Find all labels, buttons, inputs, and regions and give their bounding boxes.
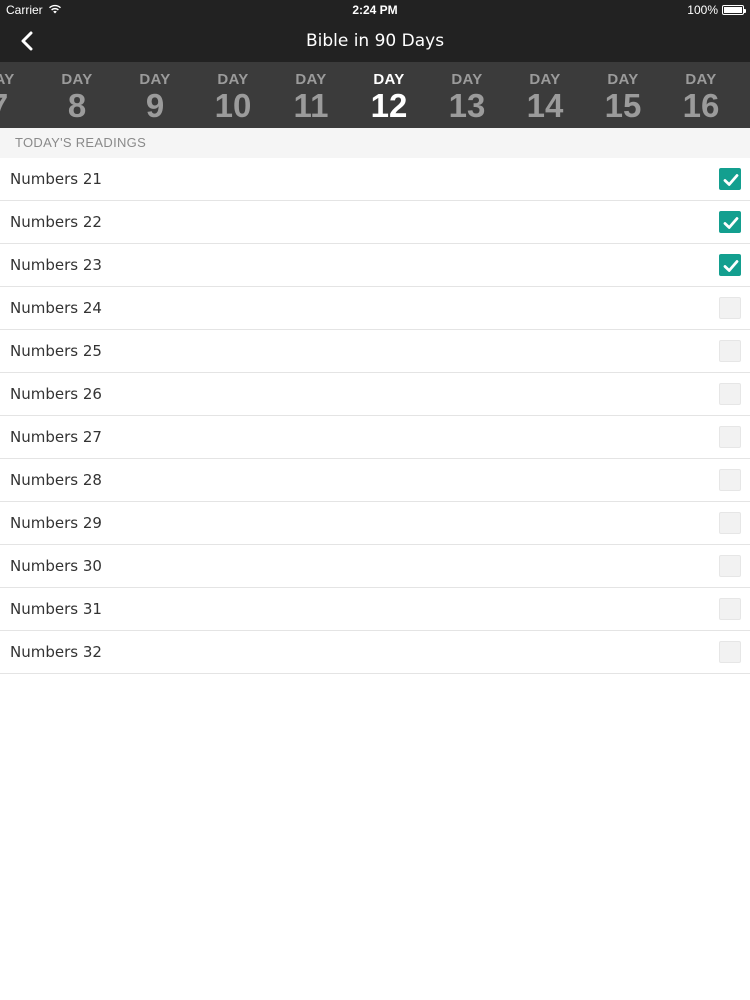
reading-row[interactable]: Numbers 32 bbox=[0, 631, 750, 674]
day-number: 16 bbox=[682, 87, 720, 124]
checkbox-checked[interactable] bbox=[719, 254, 741, 276]
checkmark-icon bbox=[723, 217, 739, 229]
reading-label: Numbers 24 bbox=[10, 299, 102, 317]
day-item-12[interactable]: DAY 12 bbox=[350, 62, 428, 128]
reading-label: Numbers 31 bbox=[10, 600, 102, 618]
battery-icon bbox=[722, 5, 746, 15]
reading-label: Numbers 30 bbox=[10, 557, 102, 575]
reading-row[interactable]: Numbers 25 bbox=[0, 330, 750, 373]
battery-percent: 100% bbox=[687, 3, 718, 17]
reading-label: Numbers 32 bbox=[10, 643, 102, 661]
day-label: DAY bbox=[685, 71, 717, 88]
day-number: 13 bbox=[448, 87, 486, 124]
day-item-7[interactable]: DAY7 bbox=[0, 62, 38, 128]
day-label: DAY bbox=[529, 71, 561, 88]
day-item-8[interactable]: DAY 8 bbox=[38, 62, 116, 128]
reading-list: Numbers 21 Numbers 22 Numbers 23 Numbers 24… bbox=[0, 158, 750, 674]
day-number: 14 bbox=[526, 87, 564, 124]
day-number: 15 bbox=[604, 87, 642, 124]
reading-label: Numbers 29 bbox=[10, 514, 102, 532]
day-label: DAY bbox=[139, 71, 171, 88]
reading-label: Numbers 22 bbox=[10, 213, 102, 231]
checkbox-checked[interactable] bbox=[719, 168, 741, 190]
status-bar: Carrier 2:24 PM 100% bbox=[0, 0, 750, 20]
day-number: 8 bbox=[67, 87, 87, 124]
day-number: 9 bbox=[145, 87, 165, 124]
checkbox-unchecked[interactable] bbox=[719, 598, 741, 620]
reading-row[interactable]: Numbers 22 bbox=[0, 201, 750, 244]
reading-row[interactable]: Numbers 27 bbox=[0, 416, 750, 459]
checkbox-unchecked[interactable] bbox=[719, 555, 741, 577]
reading-label: Numbers 21 bbox=[10, 170, 102, 188]
day-label: DAY bbox=[607, 71, 639, 88]
reading-label: Numbers 27 bbox=[10, 428, 102, 446]
checkbox-unchecked[interactable] bbox=[719, 512, 741, 534]
reading-row[interactable]: Numbers 24 bbox=[0, 287, 750, 330]
checkbox-unchecked[interactable] bbox=[719, 469, 741, 491]
reading-label: Numbers 25 bbox=[10, 342, 102, 360]
day-item-15[interactable]: DAY 15 bbox=[584, 62, 662, 128]
day-number: 10 bbox=[214, 87, 252, 124]
reading-row[interactable]: Numbers 28 bbox=[0, 459, 750, 502]
day-label: DAY bbox=[217, 71, 249, 88]
day-label: DAY bbox=[295, 71, 327, 88]
reading-row[interactable]: Numbers 31 bbox=[0, 588, 750, 631]
reading-row[interactable]: Numbers 29 bbox=[0, 502, 750, 545]
reading-label: Numbers 28 bbox=[10, 471, 102, 489]
day-selector[interactable]: DAY7DAY8DAY9DAY10DAY11DAY12DAY13DAY14DAY… bbox=[0, 62, 750, 128]
status-time: 2:24 PM bbox=[352, 3, 398, 17]
day-label: DAY bbox=[373, 71, 405, 88]
day-item-11[interactable]: DAY 11 bbox=[272, 62, 350, 128]
checkbox-unchecked[interactable] bbox=[719, 383, 741, 405]
checkbox-checked[interactable] bbox=[719, 211, 741, 233]
checkbox-unchecked[interactable] bbox=[719, 340, 741, 362]
reading-row[interactable]: Numbers 30 bbox=[0, 545, 750, 588]
day-number: 7 bbox=[0, 89, 38, 123]
reading-label: Numbers 23 bbox=[10, 256, 102, 274]
day-label: DAY bbox=[451, 71, 483, 88]
day-number: 12 bbox=[370, 87, 408, 124]
checkbox-unchecked[interactable] bbox=[719, 297, 741, 319]
day-number: 11 bbox=[293, 87, 329, 124]
page-title: Bible in 90 Days bbox=[305, 31, 445, 51]
day-label: DAY bbox=[61, 71, 93, 88]
day-item-10[interactable]: DAY 10 bbox=[194, 62, 272, 128]
checkmark-icon bbox=[723, 174, 739, 186]
reading-row[interactable]: Numbers 23 bbox=[0, 244, 750, 287]
section-header: TODAY'S READINGS bbox=[0, 128, 750, 158]
day-item-16[interactable]: DAY 16 bbox=[662, 62, 740, 128]
day-item-14[interactable]: DAY 14 bbox=[506, 62, 584, 128]
reading-label: Numbers 26 bbox=[10, 385, 102, 403]
checkbox-unchecked[interactable] bbox=[719, 426, 741, 448]
reading-row[interactable]: Numbers 21 bbox=[0, 158, 750, 201]
reading-row[interactable]: Numbers 26 bbox=[0, 373, 750, 416]
day-item-9[interactable]: DAY 9 bbox=[116, 62, 194, 128]
status-right: 100% bbox=[687, 3, 746, 17]
checkmark-icon bbox=[723, 260, 739, 272]
day-item-13[interactable]: DAY 13 bbox=[428, 62, 506, 128]
day-label: DAY bbox=[0, 71, 15, 88]
checkbox-unchecked[interactable] bbox=[719, 641, 741, 663]
nav-bar: Bible in 90 Days bbox=[0, 20, 750, 62]
